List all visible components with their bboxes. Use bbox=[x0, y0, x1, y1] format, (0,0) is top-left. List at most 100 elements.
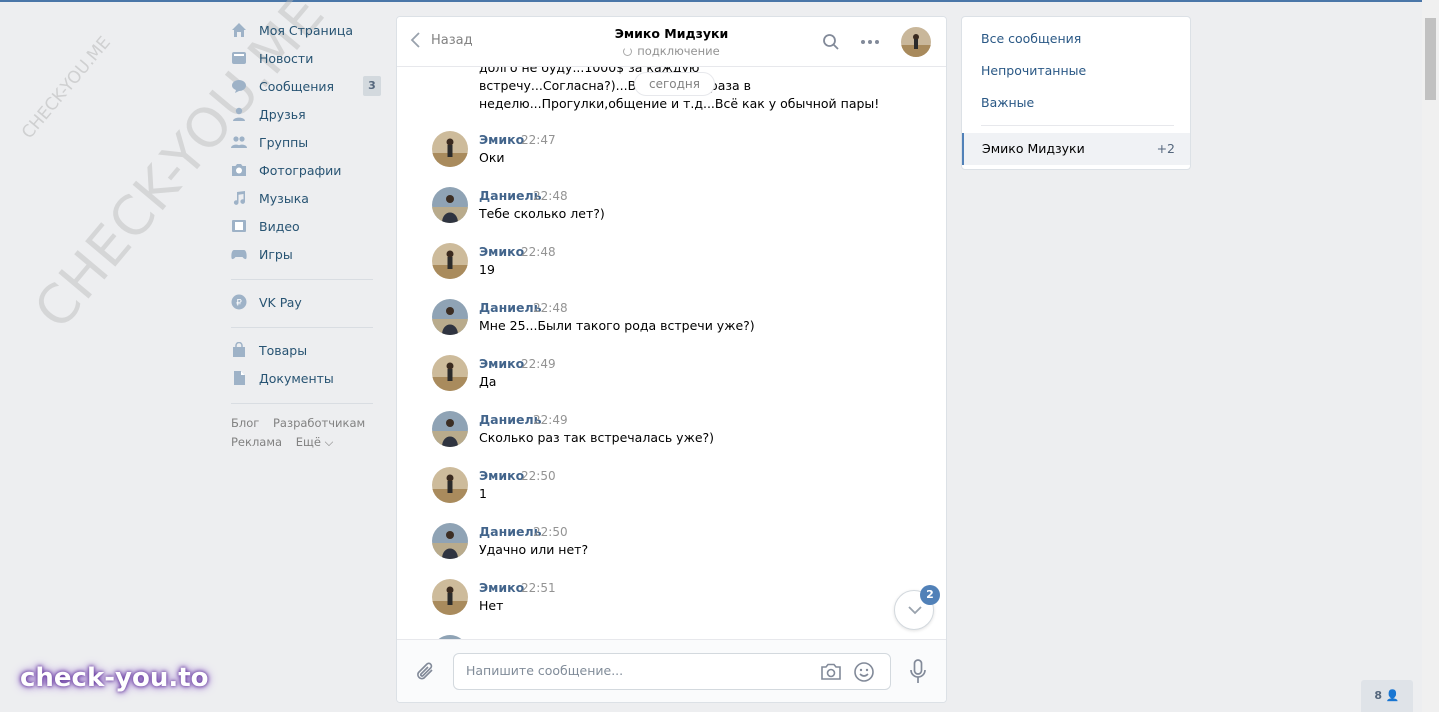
message-text: 19 bbox=[479, 262, 495, 277]
message-author[interactable]: Эмико bbox=[479, 580, 524, 595]
nav-divider bbox=[231, 327, 373, 328]
groups-icon bbox=[231, 134, 247, 150]
news-icon bbox=[231, 50, 247, 66]
message-time[interactable]: 22:48 bbox=[533, 301, 568, 315]
sender-avatar[interactable] bbox=[432, 299, 468, 335]
message-item[interactable]: Эмико 22:51 Нет bbox=[432, 579, 912, 635]
message-time[interactable]: 22:48 bbox=[521, 245, 556, 259]
vkpay-icon: ₽ bbox=[231, 294, 247, 310]
brand-watermark: check-you.to bbox=[20, 663, 209, 693]
attach-icon[interactable] bbox=[415, 660, 437, 684]
message-author[interactable]: Эмико bbox=[479, 468, 524, 483]
message-item[interactable]: Эмико 22:48 19 bbox=[432, 243, 912, 299]
status-text: подключение bbox=[637, 44, 720, 58]
filter-unread[interactable]: Непрочитанные bbox=[981, 63, 1086, 78]
sender-avatar[interactable] bbox=[432, 411, 468, 447]
message-input[interactable] bbox=[466, 663, 806, 678]
message-history[interactable]: долго не буду...1000$ за каждую встречу.… bbox=[397, 67, 946, 639]
nav-item-news[interactable]: Новости bbox=[229, 44, 381, 72]
page-scrollbar[interactable] bbox=[1422, 0, 1439, 712]
nav-label: Игры bbox=[259, 246, 293, 262]
nav-label: Моя Страница bbox=[259, 22, 353, 38]
message-author[interactable]: Эмико bbox=[479, 244, 524, 259]
message-time[interactable]: 22:47 bbox=[521, 133, 556, 147]
chevron-down-icon bbox=[908, 606, 922, 615]
nav-item-friends[interactable]: Друзья bbox=[229, 100, 381, 128]
nav-divider bbox=[231, 279, 373, 280]
message-item[interactable]: Даниель 22:49 Сколько раз так встречалась … bbox=[432, 411, 912, 467]
nav-item-vkpay[interactable]: ₽ VK Pay bbox=[229, 288, 381, 316]
message-item[interactable]: Эмико 22:47 Оки bbox=[432, 131, 912, 187]
message-time[interactable]: 22:51 bbox=[521, 581, 556, 595]
svg-text:₽: ₽ bbox=[236, 299, 242, 309]
message-input-box bbox=[453, 653, 891, 690]
nav-item-games[interactable]: Игры bbox=[229, 240, 381, 268]
microphone-icon[interactable] bbox=[909, 659, 927, 685]
message-item[interactable]: Эмико 22:49 Да bbox=[432, 355, 912, 411]
nav-item-my-page[interactable]: Моя Страница bbox=[229, 16, 381, 44]
message-item[interactable]: Даниель 22:48 Мне 25...Были такого рода вс… bbox=[432, 299, 912, 355]
emoji-icon[interactable] bbox=[853, 661, 875, 683]
chat-partner-avatar[interactable] bbox=[901, 27, 931, 57]
loading-spinner-icon bbox=[623, 47, 633, 56]
message-time[interactable]: 22:48 bbox=[533, 189, 568, 203]
message-item[interactable]: Эмико 22:50 1 bbox=[432, 467, 912, 523]
nav-label: Видео bbox=[259, 218, 300, 234]
nav-item-groups[interactable]: Группы bbox=[229, 128, 381, 156]
filter-important[interactable]: Важные bbox=[981, 95, 1034, 110]
message-author[interactable]: Эмико bbox=[479, 356, 524, 371]
message-item[interactable]: Даниель 22:48 Тебе сколько лет?) bbox=[432, 187, 912, 243]
camera-icon[interactable] bbox=[820, 662, 842, 682]
message-time[interactable]: 22:49 bbox=[521, 357, 556, 371]
message-time[interactable]: 22:50 bbox=[533, 525, 568, 539]
sender-avatar[interactable] bbox=[432, 187, 468, 223]
message-author[interactable]: Эмико bbox=[479, 132, 524, 147]
page-scrollbar-thumb[interactable] bbox=[1425, 18, 1436, 100]
nav-footer: Блог Разработчикам Реклама Ещё ⌵ bbox=[229, 414, 381, 452]
message-text: Нет bbox=[479, 598, 504, 613]
nav-item-photos[interactable]: Фотографии bbox=[229, 156, 381, 184]
sender-avatar[interactable] bbox=[432, 355, 468, 391]
message-time[interactable]: 22:50 bbox=[521, 469, 556, 483]
footer-link-blog[interactable]: Блог bbox=[231, 416, 259, 430]
nav-label: Друзья bbox=[259, 106, 306, 122]
filter-all-messages[interactable]: Все сообщения bbox=[981, 31, 1081, 46]
nav-label: Музыка bbox=[259, 190, 309, 206]
sender-avatar[interactable] bbox=[432, 467, 468, 503]
nav-item-video[interactable]: Видео bbox=[229, 212, 381, 240]
footer-link-dev[interactable]: Разработчикам bbox=[273, 416, 365, 430]
search-icon[interactable] bbox=[822, 33, 840, 51]
footer-link-ads[interactable]: Реклама bbox=[231, 435, 282, 449]
online-count: 8 bbox=[1374, 689, 1383, 702]
person-icon: 👤 bbox=[1385, 689, 1400, 702]
more-icon[interactable] bbox=[859, 33, 881, 51]
nav-label: Новости bbox=[259, 50, 314, 66]
chat-panel: Назад Эмико Мидзуки подключение долго не… bbox=[396, 16, 947, 703]
message-text: Тебе сколько лет?) bbox=[479, 206, 605, 221]
unread-count-badge: 2 bbox=[920, 585, 940, 605]
date-divider: сегодня bbox=[634, 72, 715, 96]
sender-avatar[interactable] bbox=[432, 243, 468, 279]
nav-item-documents[interactable]: Документы bbox=[229, 364, 381, 392]
sender-avatar[interactable] bbox=[432, 131, 468, 167]
message-text: Оки bbox=[479, 150, 505, 165]
messages-icon bbox=[231, 78, 247, 94]
panel-divider bbox=[981, 125, 1174, 126]
message-time[interactable]: 22:49 bbox=[533, 413, 568, 427]
top-accent-line bbox=[0, 0, 1422, 2]
nav-item-music[interactable]: Музыка bbox=[229, 184, 381, 212]
nav-item-market[interactable]: Товары bbox=[229, 336, 381, 364]
message-item[interactable]: Даниель 22:50 Удачно или нет? bbox=[432, 523, 912, 579]
home-icon bbox=[231, 22, 247, 38]
online-friends-widget[interactable]: 8 👤 bbox=[1361, 680, 1413, 712]
nav-item-messages[interactable]: Сообщения 3 bbox=[229, 72, 381, 100]
watermark-small: CHECK-YOU.ME bbox=[18, 32, 115, 143]
sender-avatar[interactable] bbox=[432, 579, 468, 615]
left-nav: Моя Страница Новости Сообщения 3 Друзья … bbox=[229, 16, 381, 452]
music-icon bbox=[231, 190, 247, 206]
active-dialog-item[interactable]: Эмико Мидзуки +2 bbox=[962, 133, 1190, 165]
message-text: 1 bbox=[479, 486, 487, 501]
message-text: Сколько раз так встречалась уже?) bbox=[479, 430, 715, 445]
footer-link-more[interactable]: Ещё ⌵ bbox=[296, 435, 334, 449]
sender-avatar[interactable] bbox=[432, 523, 468, 559]
